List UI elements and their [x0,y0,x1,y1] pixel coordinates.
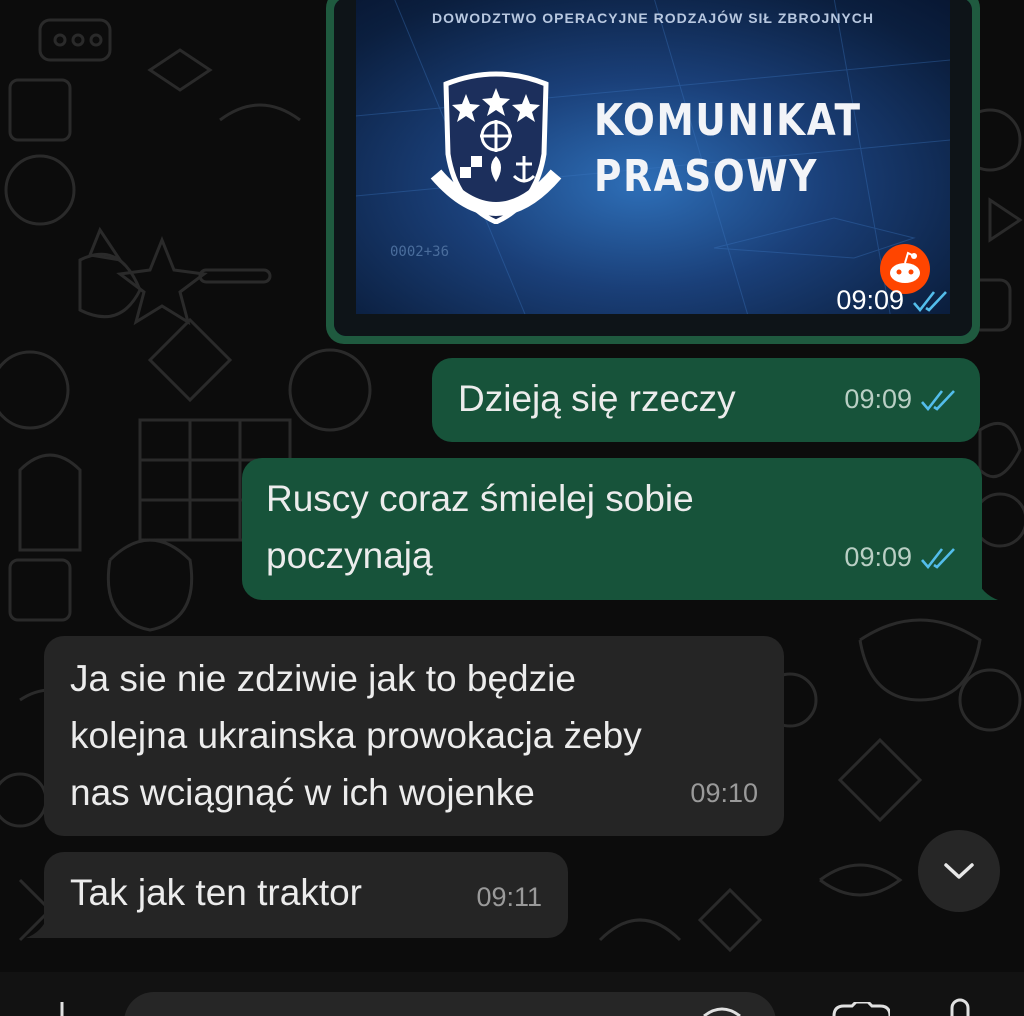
microphone-icon[interactable] [940,998,980,1016]
image-title: KOMUNIKAT PRASOWY [594,95,862,202]
message-meta: 09:09 [844,371,958,428]
message-meta: 09:10 [690,765,758,822]
message-time: 09:10 [690,778,758,808]
outgoing-message[interactable]: Dzieją się rzeczy 09:09 [432,358,980,442]
scroll-to-bottom-button[interactable] [918,830,1000,912]
incoming-message[interactable]: Ja sie nie zdziwie jak to będzie kolejna… [44,636,784,836]
message-time: 09:09 [836,285,904,315]
plus-icon[interactable] [44,1000,80,1016]
message-text: Ruscy coraz śmielej sobie poczynają [266,478,694,576]
bubble-tail [976,578,998,600]
double-check-icon [912,290,950,312]
message-meta: 09:09 [844,529,958,586]
message-meta: 09:11 [476,869,542,926]
bubble-tail [26,916,48,938]
double-check-icon [920,547,958,569]
military-emblem-icon [430,71,562,224]
outgoing-message[interactable]: Ruscy coraz śmielej sobie poczynają 09:0… [242,458,982,600]
sticker-icon[interactable] [700,1004,744,1016]
message-time: 09:11 [476,882,542,912]
image-digits: 0002+36 [390,244,450,260]
chevron-down-icon [944,863,974,879]
double-check-icon [920,389,958,411]
message-input[interactable] [124,992,776,1016]
incoming-message[interactable]: Tak jak ten traktor 09:11 [44,852,568,938]
message-time: 09:09 [844,542,912,572]
press-release-image[interactable]: DOWODZTWO OPERACYJNE RODZAJÓW SIŁ ZBROJN… [334,0,972,336]
image-message-bubble[interactable]: DOWODZTWO OPERACYJNE RODZAJÓW SIŁ ZBROJN… [326,0,980,344]
image-message-meta: 09:09 [836,285,950,316]
message-time: 09:09 [844,384,912,414]
message-text: Ja sie nie zdziwie jak to będzie kolejna… [70,658,642,813]
message-text: Tak jak ten traktor [70,872,363,913]
camera-icon[interactable] [830,1002,890,1016]
message-text: Dzieją się rzeczy [458,378,736,419]
chat-view: DOWODZTWO OPERACYJNE RODZAJÓW SIŁ ZBROJN… [0,0,1024,1016]
image-header-text: DOWODZTWO OPERACYJNE RODZAJÓW SIŁ ZBROJN… [431,10,874,26]
